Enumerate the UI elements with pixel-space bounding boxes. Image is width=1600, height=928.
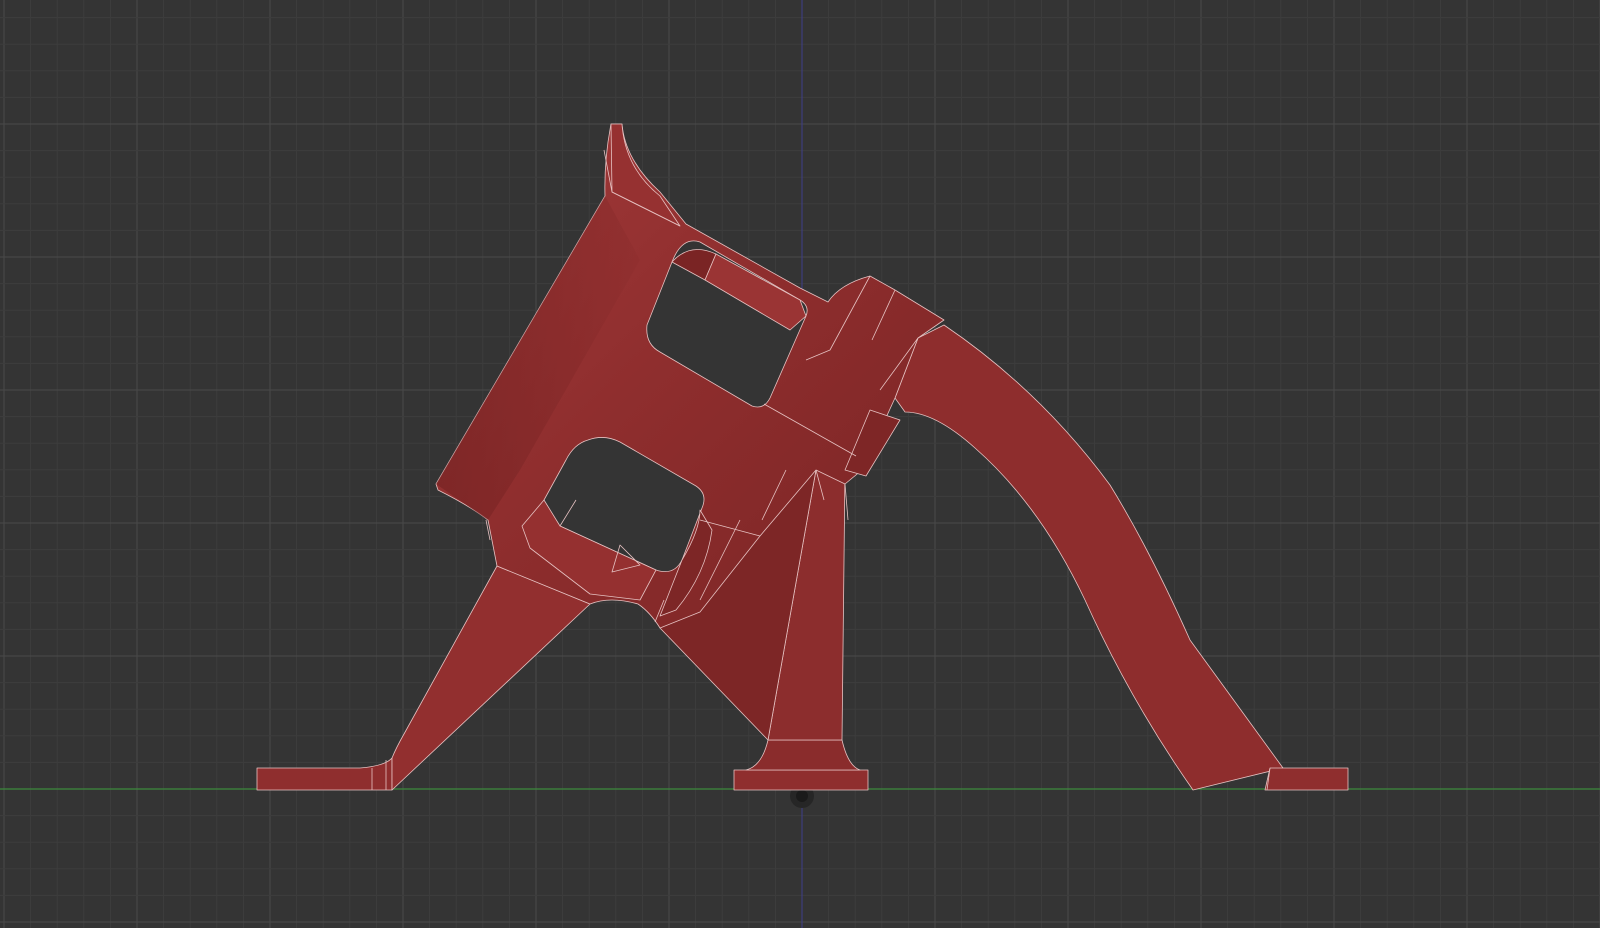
center-stand-flare (745, 739, 861, 771)
center-stand-plate[interactable] (733, 769, 869, 791)
right-base-plate[interactable] (1264, 767, 1349, 791)
viewport-canvas[interactable] (0, 0, 1600, 928)
cad-viewport[interactable] (0, 0, 1600, 928)
left-leg[interactable] (391, 565, 591, 791)
right-curved-leg[interactable] (894, 324, 1284, 791)
